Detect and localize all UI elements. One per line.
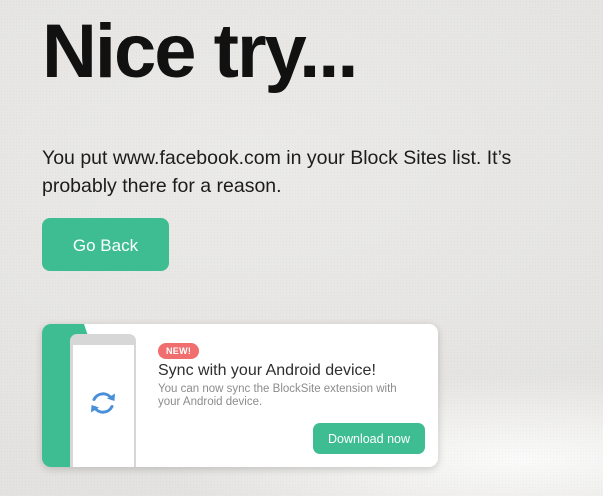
sync-icon bbox=[91, 392, 115, 414]
promo-title: Sync with your Android device! bbox=[158, 362, 376, 379]
android-sync-promo: NEW! Sync with your Android device! You … bbox=[42, 324, 438, 467]
promo-card: NEW! Sync with your Android device! You … bbox=[42, 324, 438, 467]
page-headline: Nice try... bbox=[42, 9, 359, 94]
download-now-button[interactable]: Download now bbox=[313, 423, 425, 454]
promo-description: You can now sync the BlockSite extension… bbox=[158, 383, 397, 408]
go-back-button[interactable]: Go Back bbox=[42, 218, 169, 271]
block-message: You put www.facebook.com in your Block S… bbox=[42, 147, 512, 197]
new-badge: NEW! bbox=[158, 343, 200, 359]
